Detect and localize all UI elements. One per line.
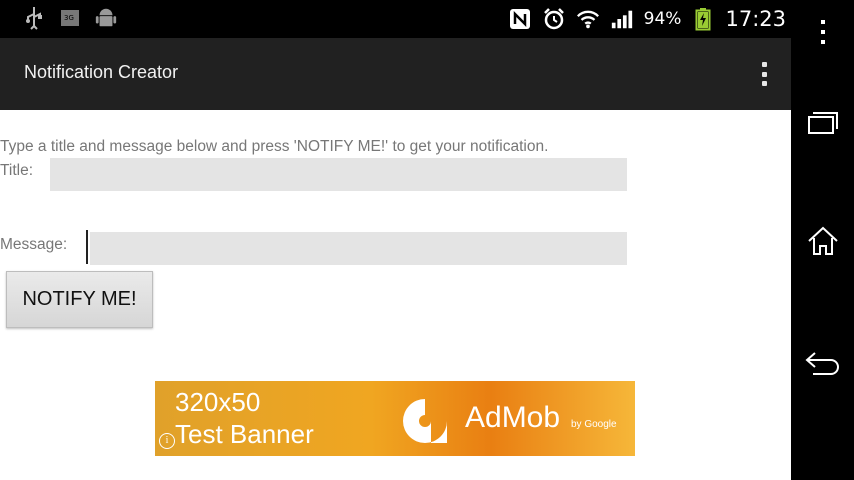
app-window: Notification Creator Type a title and me… <box>0 38 791 480</box>
system-nav-bar <box>791 0 854 480</box>
admob-brand: AdMob <box>465 401 561 434</box>
ad-info-icon[interactable]: i <box>159 433 175 449</box>
app-title: Notification Creator <box>24 62 179 82</box>
message-input[interactable] <box>90 232 627 265</box>
home-icon[interactable] <box>805 223 841 259</box>
ad-banner[interactable]: 320x50 Test Banner AdMob by Google i <box>155 381 635 456</box>
3g-sim-icon: 3G <box>58 6 82 30</box>
android-icon <box>94 6 118 30</box>
status-bar: 3G 94% 17:23 <box>0 0 854 38</box>
status-right-icons: 94% 17:23 <box>508 6 786 32</box>
nfc-icon <box>508 7 532 31</box>
recent-apps-icon[interactable] <box>805 105 841 141</box>
overflow-menu-icon[interactable] <box>755 58 773 90</box>
svg-text:3G: 3G <box>64 14 74 22</box>
admob-logo-icon <box>397 395 453 447</box>
banner-test-text: Test Banner <box>175 419 314 449</box>
banner-size-text: 320x50 <box>175 387 261 417</box>
instructions-text: Type a title and message below and press… <box>0 138 549 155</box>
action-bar: Notification Creator <box>0 38 791 110</box>
status-left-icons: 3G <box>22 6 118 30</box>
clock: 17:23 <box>725 7 786 31</box>
alarm-icon <box>542 7 566 31</box>
back-icon[interactable] <box>805 345 841 381</box>
battery-charging-icon <box>691 7 715 31</box>
usb-icon <box>22 6 46 30</box>
title-label: Title: <box>0 162 34 179</box>
message-label: Message: <box>0 236 68 253</box>
text-cursor <box>86 230 88 264</box>
title-input[interactable] <box>50 158 627 191</box>
wifi-icon <box>576 7 600 31</box>
signal-icon <box>610 7 634 31</box>
admob-by-google: by Google <box>571 419 617 430</box>
more-options-icon[interactable] <box>805 14 841 50</box>
notify-me-button[interactable]: NOTIFY ME! <box>6 271 153 328</box>
battery-percent: 94% <box>643 9 682 29</box>
